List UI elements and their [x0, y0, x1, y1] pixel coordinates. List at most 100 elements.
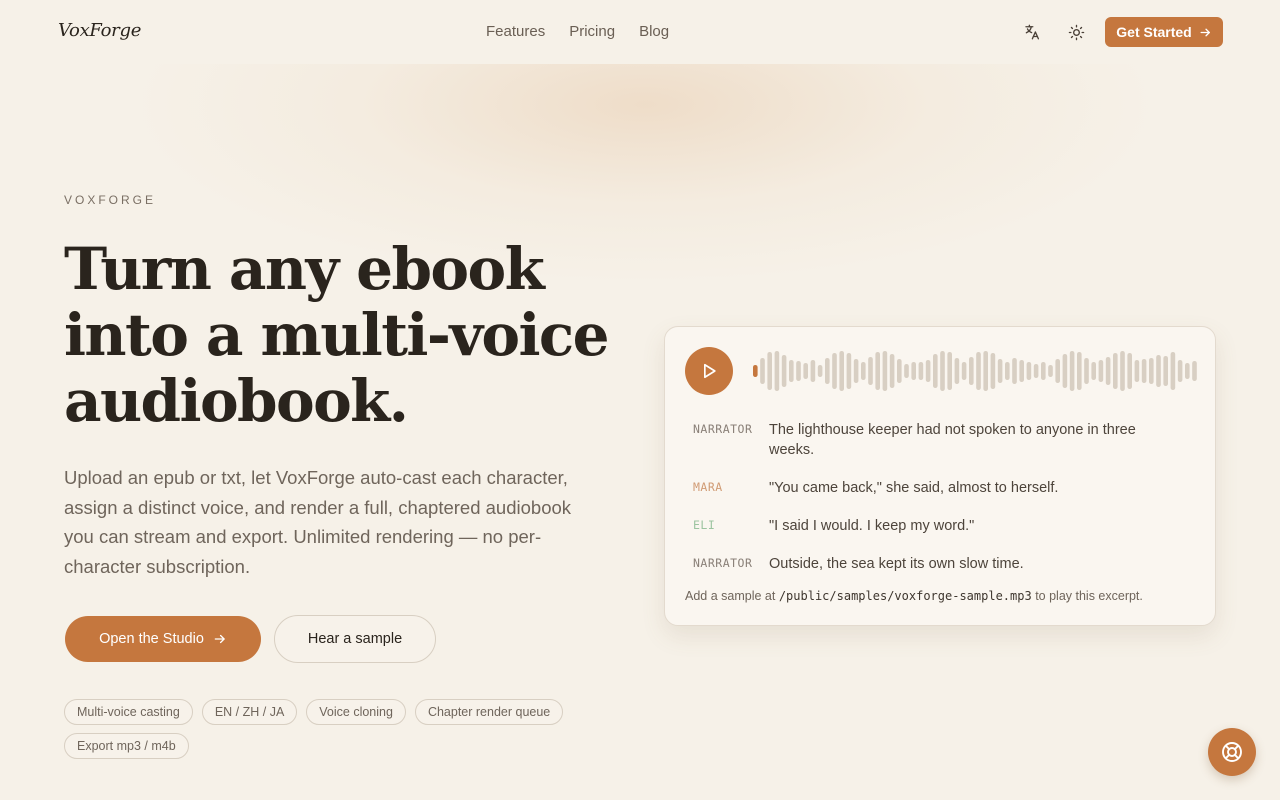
footnote-prefix: Add a sample at: [685, 589, 776, 603]
waveform-bar: [990, 353, 996, 389]
waveform-bar: [976, 352, 981, 390]
feature-tag: Chapter render queue: [414, 699, 564, 725]
open-studio-label: Open the Studio: [99, 631, 204, 647]
language-button[interactable]: [1019, 19, 1045, 45]
waveform-bar: [753, 365, 758, 377]
waveform-bar: [1084, 358, 1089, 384]
sample-player-card: NARRATOR The lighthouse keeper had not s…: [664, 326, 1216, 626]
waveform-bar: [875, 352, 880, 390]
feature-tag: EN / ZH / JA: [201, 699, 298, 725]
waveform-bar: [1069, 351, 1075, 391]
waveform-bar: [983, 351, 988, 391]
hero-subtext: Upload an epub or txt, let VoxForge auto…: [64, 467, 572, 577]
waveform-bar: [897, 359, 902, 383]
nav-blog[interactable]: Blog: [639, 23, 669, 40]
hear-sample-button[interactable]: Hear a sample: [274, 615, 436, 663]
waveform-bar: [882, 351, 888, 391]
waveform-bar: [1120, 351, 1125, 391]
translate-icon: [1025, 24, 1040, 40]
waveform-bar: [796, 361, 801, 381]
waveform-bar: [774, 351, 780, 391]
waveform-bar: [1105, 357, 1111, 385]
waveform-bar: [889, 354, 895, 388]
waveform-bar: [1185, 363, 1190, 379]
line-text: The lighthouse keeper had not spoken to …: [769, 422, 1136, 458]
sample-footnote: Add a sample at /public/samples/voxforge…: [685, 589, 1143, 603]
feature-tag: Export mp3 / m4b: [64, 733, 189, 759]
waveform-bar: [1012, 358, 1017, 384]
waveform[interactable]: [749, 349, 1197, 393]
nav-pricing[interactable]: Pricing: [569, 23, 615, 40]
waveform-bar: [1041, 362, 1046, 380]
line-text: Outside, the sea kept its own slow time.: [769, 556, 1024, 572]
waveform-bar: [760, 358, 765, 384]
feature-tag: Voice cloning: [306, 699, 406, 725]
waveform-bar: [1019, 360, 1024, 382]
get-started-button[interactable]: Get Started: [1105, 17, 1223, 47]
help-button[interactable]: [1208, 728, 1256, 776]
open-studio-button[interactable]: Open the Studio: [65, 616, 261, 662]
waveform-bar: [868, 357, 873, 385]
theme-toggle[interactable]: [1063, 19, 1089, 45]
waveform-bar: [1062, 354, 1068, 388]
line-text: "I said I would. I keep my word.": [769, 518, 975, 534]
waveform-bar: [789, 360, 794, 382]
waveform-bar: [1005, 362, 1010, 380]
transcript-line: NARRATOR Outside, the sea kept its own s…: [693, 554, 1163, 574]
sun-icon: [1068, 24, 1084, 40]
line-text: "You came back," she said, almost to her…: [769, 480, 1059, 496]
landing-page: VoxForge Features Pricing Blog Get Start…: [0, 0, 1280, 800]
site-header: VoxForge Features Pricing Blog Get Start…: [0, 0, 1280, 64]
hear-sample-label: Hear a sample: [307, 631, 403, 647]
waveform-bar: [947, 352, 952, 390]
waveform-bar: [933, 354, 938, 388]
waveform-bar: [1163, 356, 1168, 386]
arrow-right-icon: [1200, 28, 1210, 36]
waveform-bar: [810, 360, 816, 382]
play-button[interactable]: [685, 347, 733, 395]
nav-features[interactable]: Features: [486, 23, 545, 40]
waveform-bar: [1127, 353, 1132, 389]
waveform-bar: [918, 362, 924, 380]
waveform-bar: [1113, 353, 1118, 389]
sample-path: /public/samples/voxforge-sample.mp3: [778, 589, 1032, 603]
waveform-bar: [1098, 360, 1104, 382]
waveform-bar: [940, 351, 945, 391]
hero-headline: Turn any ebook into a multi-voice audiob…: [64, 235, 610, 435]
waveform-bar: [1048, 365, 1053, 377]
waveform-bar: [925, 360, 931, 382]
transcript-line: NARRATOR The lighthouse keeper had not s…: [693, 420, 1163, 460]
waveform-bar: [861, 362, 866, 380]
waveform-bar: [1156, 355, 1161, 387]
waveform-bar: [825, 358, 830, 384]
speaker-label: NARRATOR: [693, 556, 753, 570]
waveform-bar: [839, 351, 844, 391]
waveform-bar: [853, 359, 859, 383]
play-icon: [704, 363, 716, 379]
speaker-label: NARRATOR: [693, 422, 753, 436]
waveform-bar: [1134, 360, 1140, 382]
waveform-bar: [1192, 361, 1197, 381]
get-started-label: Get Started: [1116, 24, 1192, 40]
feature-tags: Multi-voice casting EN / ZH / JA Voice c…: [64, 699, 594, 759]
hero-eyebrow: VOXFORGE: [64, 193, 157, 207]
waveform-bar: [767, 352, 772, 390]
waveform-bar: [961, 362, 967, 380]
waveform-bar: [997, 359, 1003, 383]
waveform-bar: [1026, 362, 1032, 380]
waveform-bar: [1141, 359, 1147, 383]
speaker-label: ELI: [693, 518, 716, 532]
waveform-bar: [1055, 359, 1060, 383]
waveform-bar: [817, 365, 823, 377]
logo[interactable]: VoxForge: [58, 20, 141, 41]
waveform-bar: [1149, 358, 1154, 384]
speaker-label: MARA: [693, 480, 723, 494]
waveform-bar: [1170, 352, 1176, 390]
arrow-right-icon: [214, 634, 225, 644]
main-nav: Features Pricing Blog: [486, 23, 669, 40]
transcript-line: MARA "You came back," she said, almost t…: [693, 478, 1163, 498]
waveform-bar: [846, 353, 852, 389]
waveform-bar: [954, 358, 960, 384]
waveform-bar: [803, 363, 808, 379]
waveform-bar: [911, 362, 916, 380]
